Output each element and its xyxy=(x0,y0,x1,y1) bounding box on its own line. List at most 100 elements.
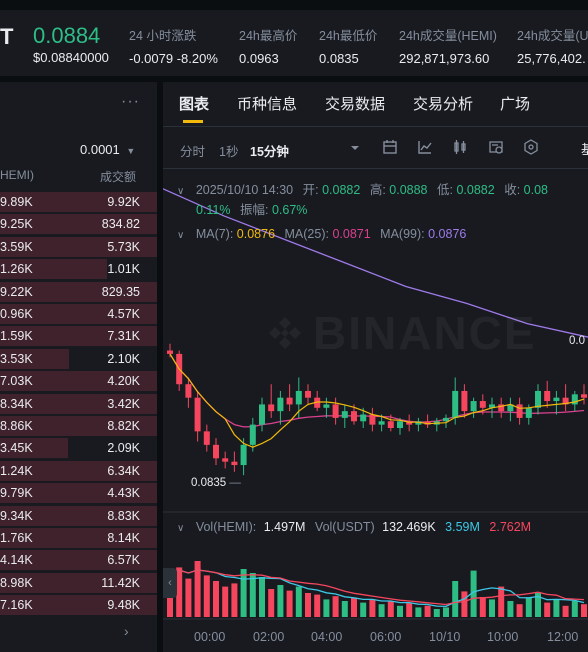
volume-bar xyxy=(443,607,449,617)
ohlc-low-label: 低: xyxy=(437,183,453,197)
row-amount: 1.26K xyxy=(0,262,33,277)
order-book-row[interactable]: 7.16K 9.48K xyxy=(0,594,157,616)
candle-body xyxy=(369,414,376,425)
row-total: 3.42K xyxy=(107,396,140,411)
volume-bar xyxy=(185,578,192,617)
candle-body xyxy=(461,390,468,412)
volume-bar xyxy=(489,599,495,617)
order-book-row[interactable]: 9.34K 8.83K xyxy=(0,505,157,527)
stat-label: 24h最高价 xyxy=(239,29,298,43)
row-amount: 9.25K xyxy=(0,217,33,232)
row-total: 7.31K xyxy=(107,329,140,344)
chevron-right-icon[interactable]: › xyxy=(124,623,129,639)
volume-bar xyxy=(406,602,413,617)
order-book-row[interactable]: 0.96K 4.57K xyxy=(0,303,157,325)
volume-bar xyxy=(424,605,431,617)
order-book-row[interactable]: 9.25K 834.82 xyxy=(0,213,157,235)
stat-24h-volume-usdt: 24h成交量(U 25,776,402. xyxy=(517,25,588,66)
row-amount: 3.59K xyxy=(0,239,33,254)
volume-bar xyxy=(286,590,293,617)
vol-usdt-value: 132.469K xyxy=(382,520,436,534)
volume-bar xyxy=(305,593,311,617)
order-book-row[interactable]: 7.03K 4.20K xyxy=(0,370,157,392)
col-amount: HEMI) xyxy=(0,168,34,182)
stat-24h-change: 24 小时涨跌 -0.0079 -8.20% xyxy=(129,25,218,66)
order-book-row[interactable]: 9.89K 9.92K xyxy=(0,191,157,213)
order-book-row[interactable]: 3.53K 2.10K xyxy=(0,348,157,370)
candle-body xyxy=(295,390,302,405)
stat-value: -0.0079 -8.20% xyxy=(129,51,218,66)
order-book-row[interactable]: 8.34K 3.42K xyxy=(0,393,157,415)
row-total: 8.82K xyxy=(107,419,140,433)
ma7-line xyxy=(169,353,585,448)
volume-bar xyxy=(387,601,394,617)
volume-bar xyxy=(498,586,505,617)
candle-body xyxy=(194,397,201,432)
candle-body xyxy=(544,390,551,402)
watermark-text: BINANCE xyxy=(313,307,537,359)
order-book-row[interactable]: 8.98K 11.42K xyxy=(0,572,157,594)
ohlc-high: 0.0888 xyxy=(389,183,428,197)
x-tick: 00:00 xyxy=(194,630,226,644)
x-tick: 04:00 xyxy=(311,630,343,644)
ohlc-low: 0.0882 xyxy=(456,183,495,197)
candle-body xyxy=(452,390,459,418)
row-amount: 4.14K xyxy=(0,553,33,568)
stat-value: 0.0963 xyxy=(239,51,279,66)
binance-logo-icon xyxy=(269,317,301,349)
candle-body xyxy=(470,401,477,412)
vol-hemi-value: 1.497M xyxy=(263,520,306,534)
row-amount: 8.86K xyxy=(0,419,33,433)
ellipsis-icon[interactable]: ··· xyxy=(121,93,140,111)
order-book-row[interactable]: 1.76K 8.14K xyxy=(0,527,157,549)
tick-size-select[interactable]: 0.0001 ▼ xyxy=(80,142,135,157)
row-total: 8.83K xyxy=(107,508,140,523)
candle-body xyxy=(397,421,403,428)
collapse-panel-handle[interactable]: ‹ xyxy=(163,568,177,598)
order-book-row[interactable]: 1.26K 1.01K xyxy=(0,258,157,280)
order-book-row[interactable]: 3.59K 5.73K xyxy=(0,236,157,258)
volume-bar xyxy=(562,605,569,617)
volume-bar xyxy=(397,605,403,617)
last-price: 0.0884 xyxy=(33,23,101,48)
volume-bar xyxy=(525,597,532,617)
candle-body xyxy=(516,404,523,418)
volume-bar xyxy=(581,604,587,617)
order-book-row[interactable]: 8.86K 8.82K xyxy=(0,415,157,437)
stat-24h-volume-hemi: 24h成交量(HEMI) 292,871,973.60 xyxy=(399,25,497,66)
row-total: 1.01K xyxy=(107,262,140,277)
chevron-down-icon[interactable]: ∨ xyxy=(177,230,184,241)
volume-bar xyxy=(213,581,219,617)
order-book-row[interactable]: 9.22K 829.35 xyxy=(0,281,157,303)
order-book-row[interactable]: 9.79K 4.43K xyxy=(0,482,157,504)
row-amount: 7.16K xyxy=(0,598,33,613)
x-tick: 06:00 xyxy=(370,630,402,644)
stat-value: 0.0835 xyxy=(319,51,359,66)
ohlc-change: 0.11% xyxy=(196,203,231,217)
order-book-row[interactable]: 1.24K 6.34K xyxy=(0,460,157,482)
volume-bar xyxy=(571,601,578,617)
x-tick: 10/10 xyxy=(429,630,461,644)
candle-body xyxy=(222,458,229,462)
candle-body xyxy=(249,424,256,445)
candle-body xyxy=(479,401,486,408)
order-book-row[interactable]: 4.14K 6.57K xyxy=(0,549,157,571)
chevron-down-icon[interactable]: ∨ xyxy=(177,523,184,534)
stat-label: 24 小时涨跌 xyxy=(129,29,197,43)
row-amount: 9.34K xyxy=(0,508,33,523)
vol-usdt-label: Vol(USDT) xyxy=(314,520,375,534)
row-total: 4.57K xyxy=(107,307,140,321)
row-amount: 8.98K xyxy=(0,575,33,590)
volume-bar xyxy=(295,586,302,617)
candlestick-chart[interactable] xyxy=(163,82,588,652)
row-total: 6.57K xyxy=(107,553,140,568)
row-total: 829.35 xyxy=(101,284,140,299)
candle-body xyxy=(443,417,449,422)
volume-bar xyxy=(378,604,385,617)
order-book-row[interactable]: 1.59K 7.31K xyxy=(0,325,157,347)
order-book-row[interactable]: 3.45K 2.09K xyxy=(0,437,157,459)
pair-name[interactable]: T xyxy=(0,24,13,50)
row-amount: 9.89K xyxy=(0,195,33,209)
chevron-down-icon[interactable]: ∨ xyxy=(177,186,184,197)
candle-body xyxy=(351,411,357,422)
